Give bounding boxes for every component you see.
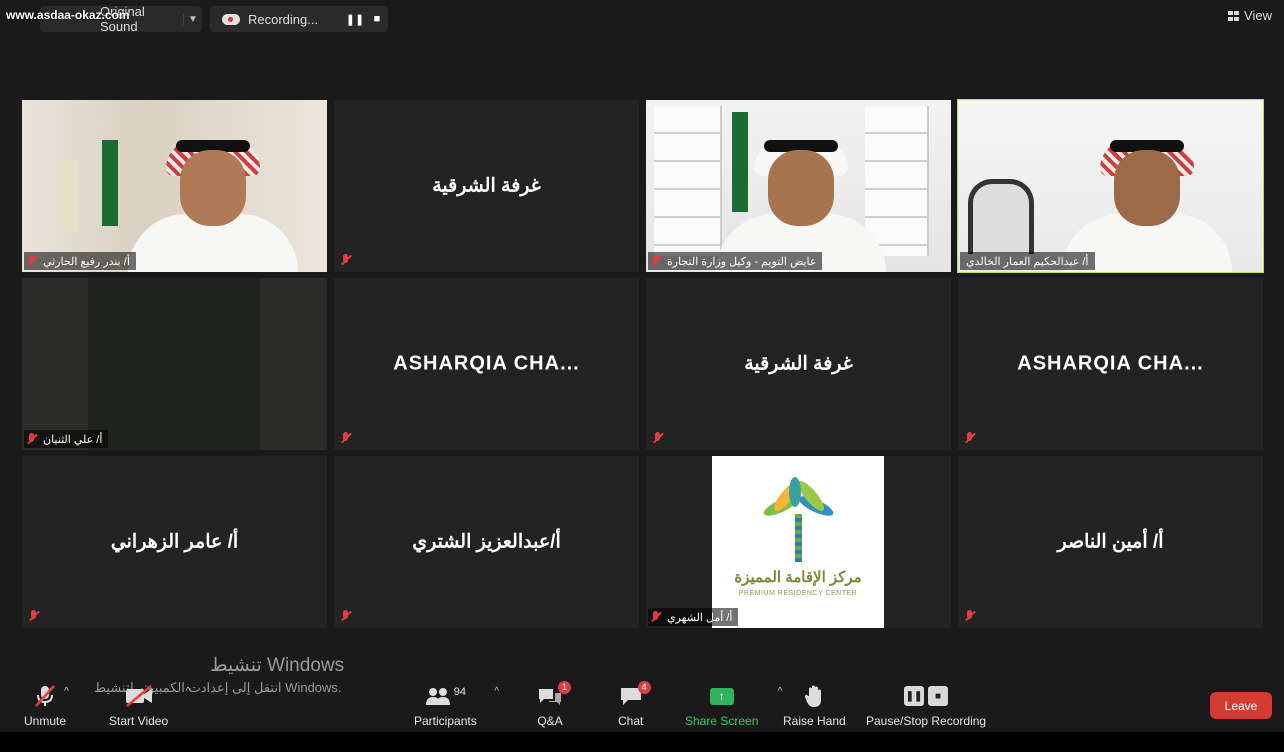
participant-display-name: أ/ عامر الزهراني (110, 531, 239, 553)
participant-tile[interactable]: عايض التويم - وكيل وزارة التجارة (646, 100, 951, 272)
site-watermark: www.asdaa-okaz.com (6, 8, 130, 22)
participant-gallery: أ/ بندر رفيع الحارثي غرفة الشرقية عايض ا… (22, 99, 1264, 628)
participants-icon (425, 688, 450, 705)
qa-label: Q&A (537, 714, 563, 728)
start-video-label: Start Video (109, 714, 169, 728)
mic-muted-icon (24, 431, 40, 447)
chat-label: Chat (618, 714, 644, 728)
participant-tile[interactable]: أ/عبدالعزيز الشتري (334, 456, 639, 628)
participant-tile[interactable]: أ/ علي الثنيان (22, 278, 327, 450)
view-button[interactable]: View (1228, 8, 1272, 23)
participant-tile[interactable]: أ/ أمين الناصر (958, 456, 1263, 628)
share-screen-label: Share Screen (685, 714, 759, 728)
stop-icon[interactable]: ■ (928, 686, 949, 706)
participant-name-label: أ/ بندر رفيع الحارثي (24, 252, 136, 270)
pause-icon[interactable]: ❚❚ (904, 686, 925, 706)
chat-button[interactable]: 4 Chat (618, 681, 651, 728)
participants-count: 94 (453, 686, 466, 698)
participants-button[interactable]: 94 ^ Participants (414, 684, 499, 728)
raise-hand-button[interactable]: Raise Hand (783, 684, 846, 728)
participant-tile[interactable]: ASHARQIA CHA... (334, 278, 639, 450)
participant-video (646, 100, 951, 272)
participants-label: Participants (414, 714, 477, 728)
unmute-label: Unmute (24, 714, 67, 728)
participant-display-name: أ/عبدالعزيز الشتري (412, 531, 561, 553)
mic-muted-icon (650, 430, 666, 446)
participant-name-label: أ/ أمل الشهري (648, 608, 739, 626)
windows-activation-title: تنشيط Windows (210, 655, 345, 676)
start-video-button[interactable]: ^ Start Video (109, 684, 190, 728)
qa-badge: 1 (557, 681, 571, 694)
mic-muted-icon (962, 608, 978, 624)
participant-name-label: عايض التويم - وكيل وزارة التجارة (648, 252, 823, 270)
participant-tile[interactable]: أ/ عامر الزهراني (22, 456, 327, 628)
mic-muted-icon (338, 430, 354, 446)
raise-hand-icon (805, 685, 822, 707)
participant-name-label: أ/ علي الثنيان (24, 430, 109, 448)
pause-recording-icon[interactable]: ❚❚ (344, 13, 366, 26)
chevron-up-icon[interactable]: ^ (778, 686, 783, 697)
participant-video (958, 100, 1263, 272)
mic-muted-icon (24, 253, 40, 269)
participant-tile[interactable]: مركز الإقامة المميزة PREMIUM RESIDENCY C… (646, 456, 951, 628)
participant-tile[interactable]: غرفة الشرقية (646, 278, 951, 450)
bottom-strip (0, 732, 1284, 752)
pause-stop-recording-button[interactable]: ❚❚ ■ Pause/Stop Recording (866, 684, 986, 728)
share-screen-icon: ↑ (709, 687, 734, 705)
chevron-up-icon[interactable]: ^ (64, 686, 69, 697)
chevron-down-icon[interactable]: ▼ (183, 13, 202, 25)
active-speaker-tile[interactable]: أ/ عبدالحكيم العمار الخالدي (957, 99, 1264, 273)
pause-stop-recording-label: Pause/Stop Recording (866, 714, 987, 728)
grid-view-icon (1228, 10, 1240, 21)
logo-english-text: PREMIUM RESIDENCY CENTER (738, 590, 858, 597)
participant-display-name: ASHARQIA CHA... (393, 352, 580, 375)
stop-recording-icon[interactable]: ■ (366, 13, 388, 25)
participant-name-label: أ/ عبدالحكيم العمار الخالدي (960, 252, 1095, 270)
participant-tile[interactable]: غرفة الشرقية (334, 100, 639, 272)
leave-button[interactable]: Leave (1210, 692, 1272, 719)
raise-hand-label: Raise Hand (783, 714, 846, 728)
mic-muted-icon (962, 430, 978, 446)
mic-muted-icon (648, 253, 664, 269)
qa-button[interactable]: 1 Q&A (537, 681, 571, 728)
participant-display-name: غرفة الشرقية (744, 353, 853, 375)
mic-muted-icon (338, 608, 354, 624)
view-label: View (1244, 8, 1272, 23)
recording-indicator: Recording... ❚❚ ■ (210, 6, 388, 32)
mic-muted-icon (648, 609, 664, 625)
logo-arabic-text: مركز الإقامة المميزة (734, 569, 862, 586)
participant-display-name: غرفة الشرقية (432, 175, 541, 197)
premium-residency-logo: مركز الإقامة المميزة PREMIUM RESIDENCY C… (712, 456, 884, 628)
participant-tile[interactable]: أ/ بندر رفيع الحارثي (22, 100, 327, 272)
participant-tile[interactable]: ASHARQIA CHA... (958, 278, 1263, 450)
chat-badge: 4 (637, 681, 651, 694)
mic-muted-icon (338, 252, 354, 268)
participant-display-name: أ/ أمين الناصر (1057, 531, 1164, 553)
participant-video (22, 278, 327, 450)
cloud-recording-icon (222, 13, 240, 25)
chevron-up-icon[interactable]: ^ (494, 686, 499, 697)
share-screen-button[interactable]: ↑ ^ Share Screen (685, 684, 782, 728)
video-off-icon (125, 685, 152, 707)
participant-display-name: ASHARQIA CHA... (1017, 352, 1204, 375)
unmute-button[interactable]: ^ Unmute (24, 684, 69, 728)
participant-video (22, 100, 327, 272)
chevron-up-icon[interactable]: ^ (186, 686, 191, 697)
recording-label: Recording... (248, 11, 319, 27)
microphone-muted-icon (35, 685, 55, 707)
mic-muted-icon (26, 608, 42, 624)
